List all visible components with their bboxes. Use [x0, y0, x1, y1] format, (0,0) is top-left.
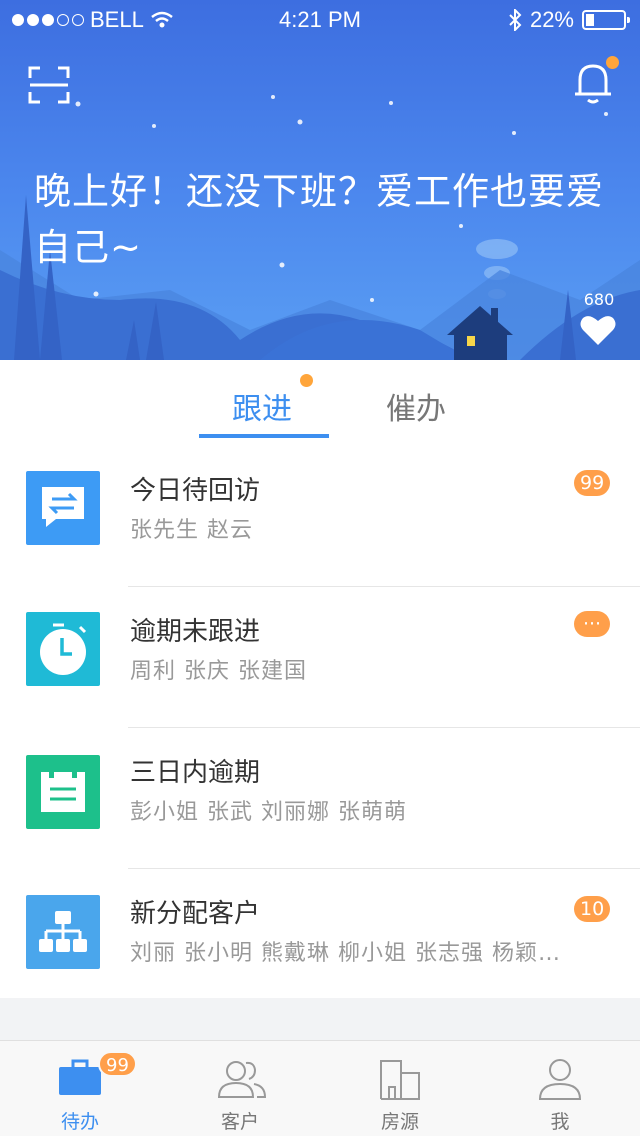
message-exchange-icon: [26, 471, 100, 545]
count-badge: 99: [574, 470, 611, 496]
tabbar-label: 我: [550, 1111, 570, 1133]
customers-icon: [217, 1061, 267, 1098]
tab-urge[interactable]: 催办: [386, 384, 446, 428]
list-item-title: 今日待回访: [130, 476, 261, 506]
battery-icon: [582, 10, 630, 30]
list-item-new-customers[interactable]: 新分配客户 刘丽 张小明 熊戴琳 柳小姐 张志强 杨颖… 10: [0, 869, 640, 1010]
bluetooth-icon: [509, 9, 522, 31]
list-item-names: 刘丽 张小明 熊戴琳 柳小姐 张志强 杨颖…: [130, 941, 561, 966]
profile-icon: [538, 1059, 582, 1100]
tabbar-item-todo[interactable]: 99 待办: [0, 1041, 160, 1136]
tabbar-badge: 99: [98, 1051, 137, 1077]
scan-icon[interactable]: [28, 66, 70, 104]
likes-count: 680: [583, 290, 615, 309]
greeting-text: 晚上好！还没下班？爱工作也要爱自己~: [34, 170, 604, 269]
header-banner: BELL 4:21 PM 22% 晚上好！还没下班？爱工作也要爱自己~ 680: [0, 0, 640, 360]
tabbar-item-me[interactable]: 我: [480, 1041, 640, 1136]
status-bar: BELL 4:21 PM 22%: [0, 0, 640, 40]
count-badge: 10: [574, 896, 611, 922]
list-item-names: 张先生 赵云: [130, 518, 253, 543]
notification-dot: [606, 56, 619, 69]
list-item-title: 新分配客户: [130, 899, 261, 929]
list-item-title: 逾期未跟进: [130, 617, 261, 647]
task-list: 今日待回访 张先生 赵云 99 逾期未跟进 周利 张庆 张建国 ··· 三日内逾…: [0, 446, 640, 998]
tabbar-label: 客户: [220, 1111, 259, 1133]
tab-follow-up-dot: [300, 374, 313, 387]
tabbar-label: 房源: [380, 1111, 419, 1133]
alarm-clock-icon: [26, 612, 100, 686]
list-item-due-3-days[interactable]: 三日内逾期 彭小姐 张武 刘丽娜 张萌萌: [0, 728, 640, 869]
tab-follow-up[interactable]: 跟进: [232, 384, 292, 428]
list-item-title: 三日内逾期: [130, 758, 261, 788]
list-item-names: 彭小姐 张武 刘丽娜 张萌萌: [130, 800, 407, 825]
bottom-tab-bar: 99 待办 客户 房源 我: [0, 1040, 640, 1136]
tabbar-item-listings[interactable]: 房源: [320, 1041, 480, 1136]
list-item-names: 周利 张庆 张建国: [130, 659, 307, 684]
tabbar-item-customers[interactable]: 客户: [160, 1041, 320, 1136]
org-chart-icon: [26, 895, 100, 969]
list-item-overdue[interactable]: 逾期未跟进 周利 张庆 张建国 ···: [0, 587, 640, 728]
battery-percent: 22%: [529, 7, 574, 32]
building-icon: [380, 1060, 420, 1100]
tabbar-label: 待办: [60, 1111, 99, 1133]
more-badge: ···: [574, 611, 610, 637]
heart-icon[interactable]: [580, 314, 616, 346]
segment-tabs: 跟进 催办: [0, 360, 640, 446]
calendar-icon: [26, 755, 100, 829]
briefcase-icon: [59, 1059, 101, 1095]
active-tab-indicator: [199, 434, 329, 438]
list-item-today-revisit[interactable]: 今日待回访 张先生 赵云 99: [0, 446, 640, 587]
